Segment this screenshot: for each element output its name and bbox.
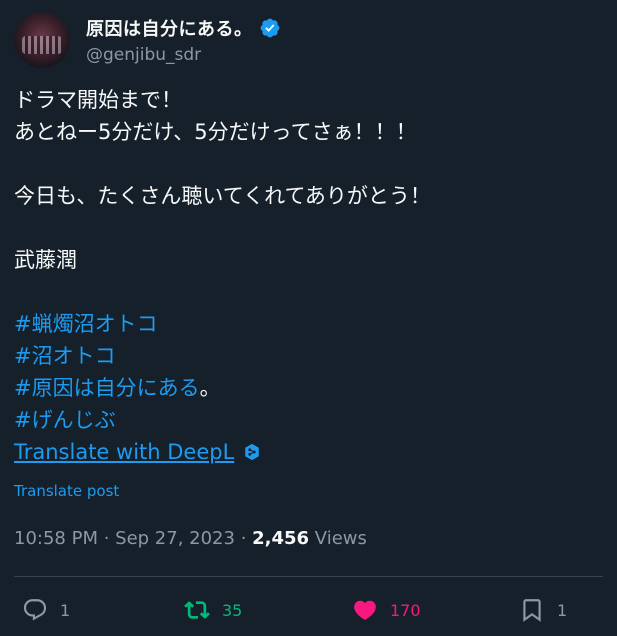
display-name[interactable]: 原因は自分にある。 bbox=[86, 15, 253, 41]
hashtag-suffix: 。 bbox=[199, 376, 221, 400]
tweet-time[interactable]: 10:58 PM bbox=[14, 528, 98, 549]
tweet-line: ドラマ開始まで！ bbox=[14, 88, 182, 112]
retweet-count: 35 bbox=[222, 600, 243, 620]
handle[interactable]: @genjibu_sdr bbox=[86, 45, 281, 65]
tweet-line: 今日も、たくさん聴いてくれてありがとう！ bbox=[14, 184, 431, 208]
meta-separator: · bbox=[234, 528, 253, 549]
like-count: 170 bbox=[390, 600, 421, 620]
hashtag-line: #原因は自分にある。 bbox=[14, 372, 604, 404]
translate-post-link[interactable]: Translate post bbox=[14, 482, 119, 500]
hashtag-link[interactable]: #げんじぶ bbox=[14, 408, 116, 432]
display-name-row: 原因は自分にある。 bbox=[86, 15, 281, 41]
retweet-button[interactable]: 35 bbox=[184, 590, 242, 630]
verified-badge-icon[interactable] bbox=[259, 17, 281, 39]
views-label: Views bbox=[309, 528, 367, 549]
hashtag-line: #沼オトコ bbox=[14, 340, 604, 372]
deepl-line: Translate with DeepL bbox=[14, 436, 604, 468]
deepl-icon[interactable] bbox=[243, 443, 261, 461]
tweet-meta: 10:58 PM · Sep 27, 2023 · 2,456 Views bbox=[14, 528, 367, 549]
views-count: 2,456 bbox=[252, 528, 310, 549]
like-button[interactable]: 170 bbox=[352, 590, 421, 630]
tweet-date[interactable]: Sep 27, 2023 bbox=[115, 528, 235, 549]
tweet-text: ドラマ開始まで！ あとねー5分だけ、5分だけってさぁ！！！ 今日も、たくさん聴い… bbox=[14, 84, 604, 468]
hashtag-link[interactable]: #原因は自分にある bbox=[14, 376, 200, 400]
avatar[interactable] bbox=[14, 12, 70, 68]
hashtag-link[interactable]: #蝋燭沼オトコ bbox=[14, 312, 158, 336]
meta-separator: · bbox=[97, 528, 116, 549]
bookmark-button[interactable]: 1 bbox=[519, 590, 567, 630]
hashtag-line: #げんじぶ bbox=[14, 404, 604, 436]
reply-count: 1 bbox=[60, 600, 71, 620]
divider bbox=[14, 576, 603, 577]
tweet-line: あとねー5分だけ、5分だけってさぁ！！！ bbox=[14, 120, 417, 144]
author-names: 原因は自分にある。 @genjibu_sdr bbox=[86, 15, 281, 65]
tweet-signature: 武藤潤 bbox=[14, 248, 77, 272]
action-bar: 1 35 170 1 bbox=[14, 590, 603, 630]
bookmark-count: 1 bbox=[557, 600, 568, 620]
reply-icon bbox=[23, 599, 47, 621]
hashtag-line: #蝋燭沼オトコ bbox=[14, 308, 604, 340]
heart-icon bbox=[354, 600, 376, 620]
reply-button[interactable]: 1 bbox=[22, 590, 70, 630]
retweet-icon bbox=[184, 601, 210, 619]
bookmark-icon bbox=[523, 599, 541, 622]
deepl-translate-link[interactable]: Translate with DeepL bbox=[14, 440, 234, 464]
tweet-header: 原因は自分にある。 @genjibu_sdr bbox=[14, 12, 281, 68]
hashtag-link[interactable]: #沼オトコ bbox=[14, 344, 116, 368]
